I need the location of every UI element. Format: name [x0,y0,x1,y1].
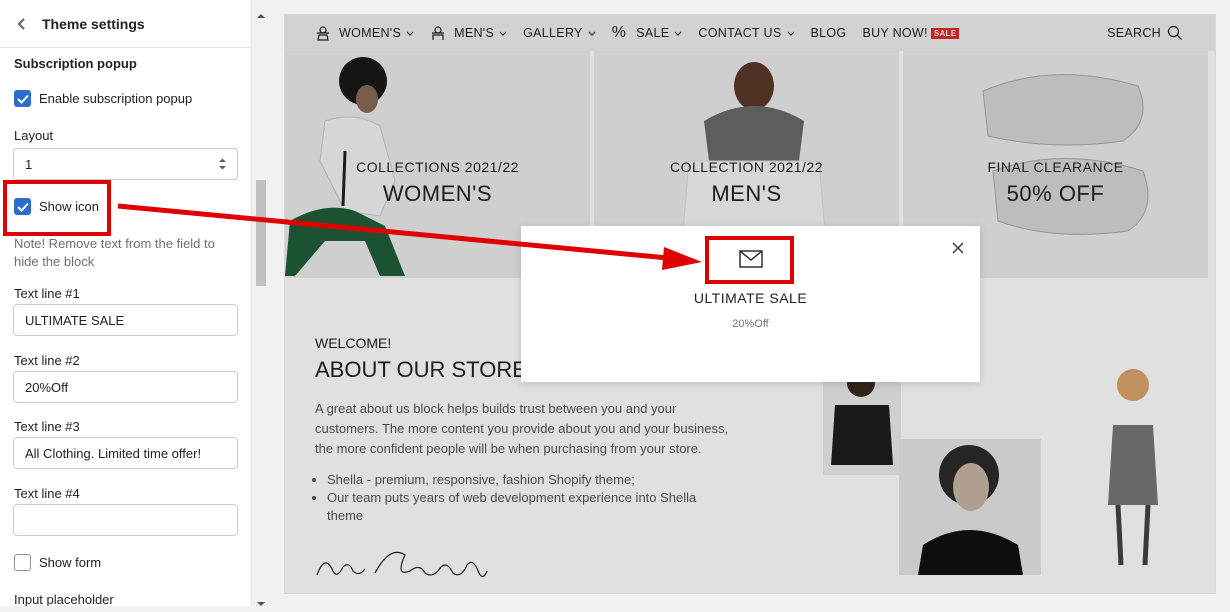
text-line-4-input[interactable] [13,504,238,536]
banner-subtitle: COLLECTION 2021/22 [670,159,823,175]
nav-label: BLOG [810,26,847,40]
scroll-down-icon[interactable] [257,594,265,612]
nav-item-gallery[interactable]: GALLERY [523,26,596,40]
show-form-checkbox[interactable]: Show form [14,554,101,571]
select-arrows-icon [218,157,227,174]
input-placeholder-label: Input placeholder [14,592,114,606]
percent-icon: % [611,24,627,41]
welcome-text: WELCOME! [315,335,392,351]
text-line-2-label: Text line #2 [14,353,80,368]
banner-title: 50% OFF [1006,181,1105,206]
panel-title: Theme settings [42,15,145,32]
nav-item-blog[interactable]: BLOG [811,26,847,40]
nav-label: BUY NOW! [862,26,928,40]
text-line-4-label: Text line #4 [14,486,80,501]
nav-item-contact[interactable]: CONTACT US [698,26,794,40]
enable-popup-label: Enable subscription popup [39,91,193,106]
signature-image [315,543,495,588]
banner-title: MEN'S [711,181,782,206]
layout-select-value: 1 [25,156,33,172]
list-item: Our team puts years of web development e… [327,489,717,525]
panel-header: Theme settings [0,0,251,48]
chevron-down-icon [787,26,795,40]
banner-subtitle: FINAL CLEARANCE [987,159,1124,175]
about-bullets: Shella - premium, responsive, fashion Sh… [327,471,717,525]
banner-subtitle: COLLECTIONS 2021/22 [356,159,519,175]
panel-scrollbar[interactable] [253,0,268,606]
note-text: Note! Remove text from the field to hide… [14,236,215,269]
text-line-1-label: Text line #1 [14,286,80,301]
nav-item-womens[interactable]: WOMEN'S [315,25,414,41]
text-line-3-label: Text line #3 [14,419,80,434]
man-icon [430,25,446,41]
nav-label: WOMEN'S [339,26,402,40]
sale-badge: SALE [930,27,960,39]
chevron-down-icon [406,26,414,40]
highlight-popup-icon [705,236,794,284]
nav-label: MEN'S [454,26,495,40]
nav-label: GALLERY [523,26,583,40]
about-title: ABOUT OUR STORE [315,357,527,382]
popup-title: ULTIMATE SALE [693,290,808,306]
nav-label: CONTACT US [698,26,782,40]
show-form-label: Show form [39,555,102,570]
store-nav: WOMEN'S MEN'S GALLERY % SALE CONTACT US … [285,15,1215,51]
section-title: Subscription popup [14,56,137,71]
checkbox-checked-icon[interactable] [14,90,31,107]
search-label: SEARCH [1107,26,1161,40]
search-icon [1167,25,1183,41]
enable-popup-checkbox[interactable]: Enable subscription popup [14,90,192,107]
list-item: Shella - premium, responsive, fashion Sh… [327,471,717,489]
models-image [823,355,1203,575]
chevron-down-icon [499,26,507,40]
chevron-down-icon [674,26,682,40]
nav-search[interactable]: SEARCH [1107,15,1183,51]
chevron-down-icon [588,26,596,40]
nav-label: SALE [636,26,670,40]
theme-settings-panel: Theme settings Subscription popup Enable… [0,0,252,606]
popup-subtitle: 20%Off [732,318,769,330]
scrollbar-thumb[interactable] [256,180,266,286]
text-line-3-input[interactable]: All Clothing. Limited time offer! [13,437,238,469]
nav-item-mens[interactable]: MEN'S [430,25,507,41]
about-text: A great about us block helps builds trus… [315,401,729,456]
layout-select[interactable]: 1 [13,148,238,180]
text-line-2-input[interactable]: 20%Off [13,371,238,403]
woman-icon [315,25,331,41]
highlight-show-icon [3,180,111,236]
banner-title: WOMEN'S [382,181,493,206]
checkbox-unchecked-icon[interactable] [14,554,31,571]
nav-item-buy-now[interactable]: BUY NOW! SALE [862,26,960,40]
close-icon[interactable] [952,241,964,259]
nav-item-sale[interactable]: % SALE [612,24,683,42]
back-chevron-icon[interactable] [14,16,30,32]
text-line-1-input[interactable]: ULTIMATE SALE [13,304,238,336]
layout-label: Layout [14,128,54,143]
scroll-up-icon[interactable] [257,6,265,24]
